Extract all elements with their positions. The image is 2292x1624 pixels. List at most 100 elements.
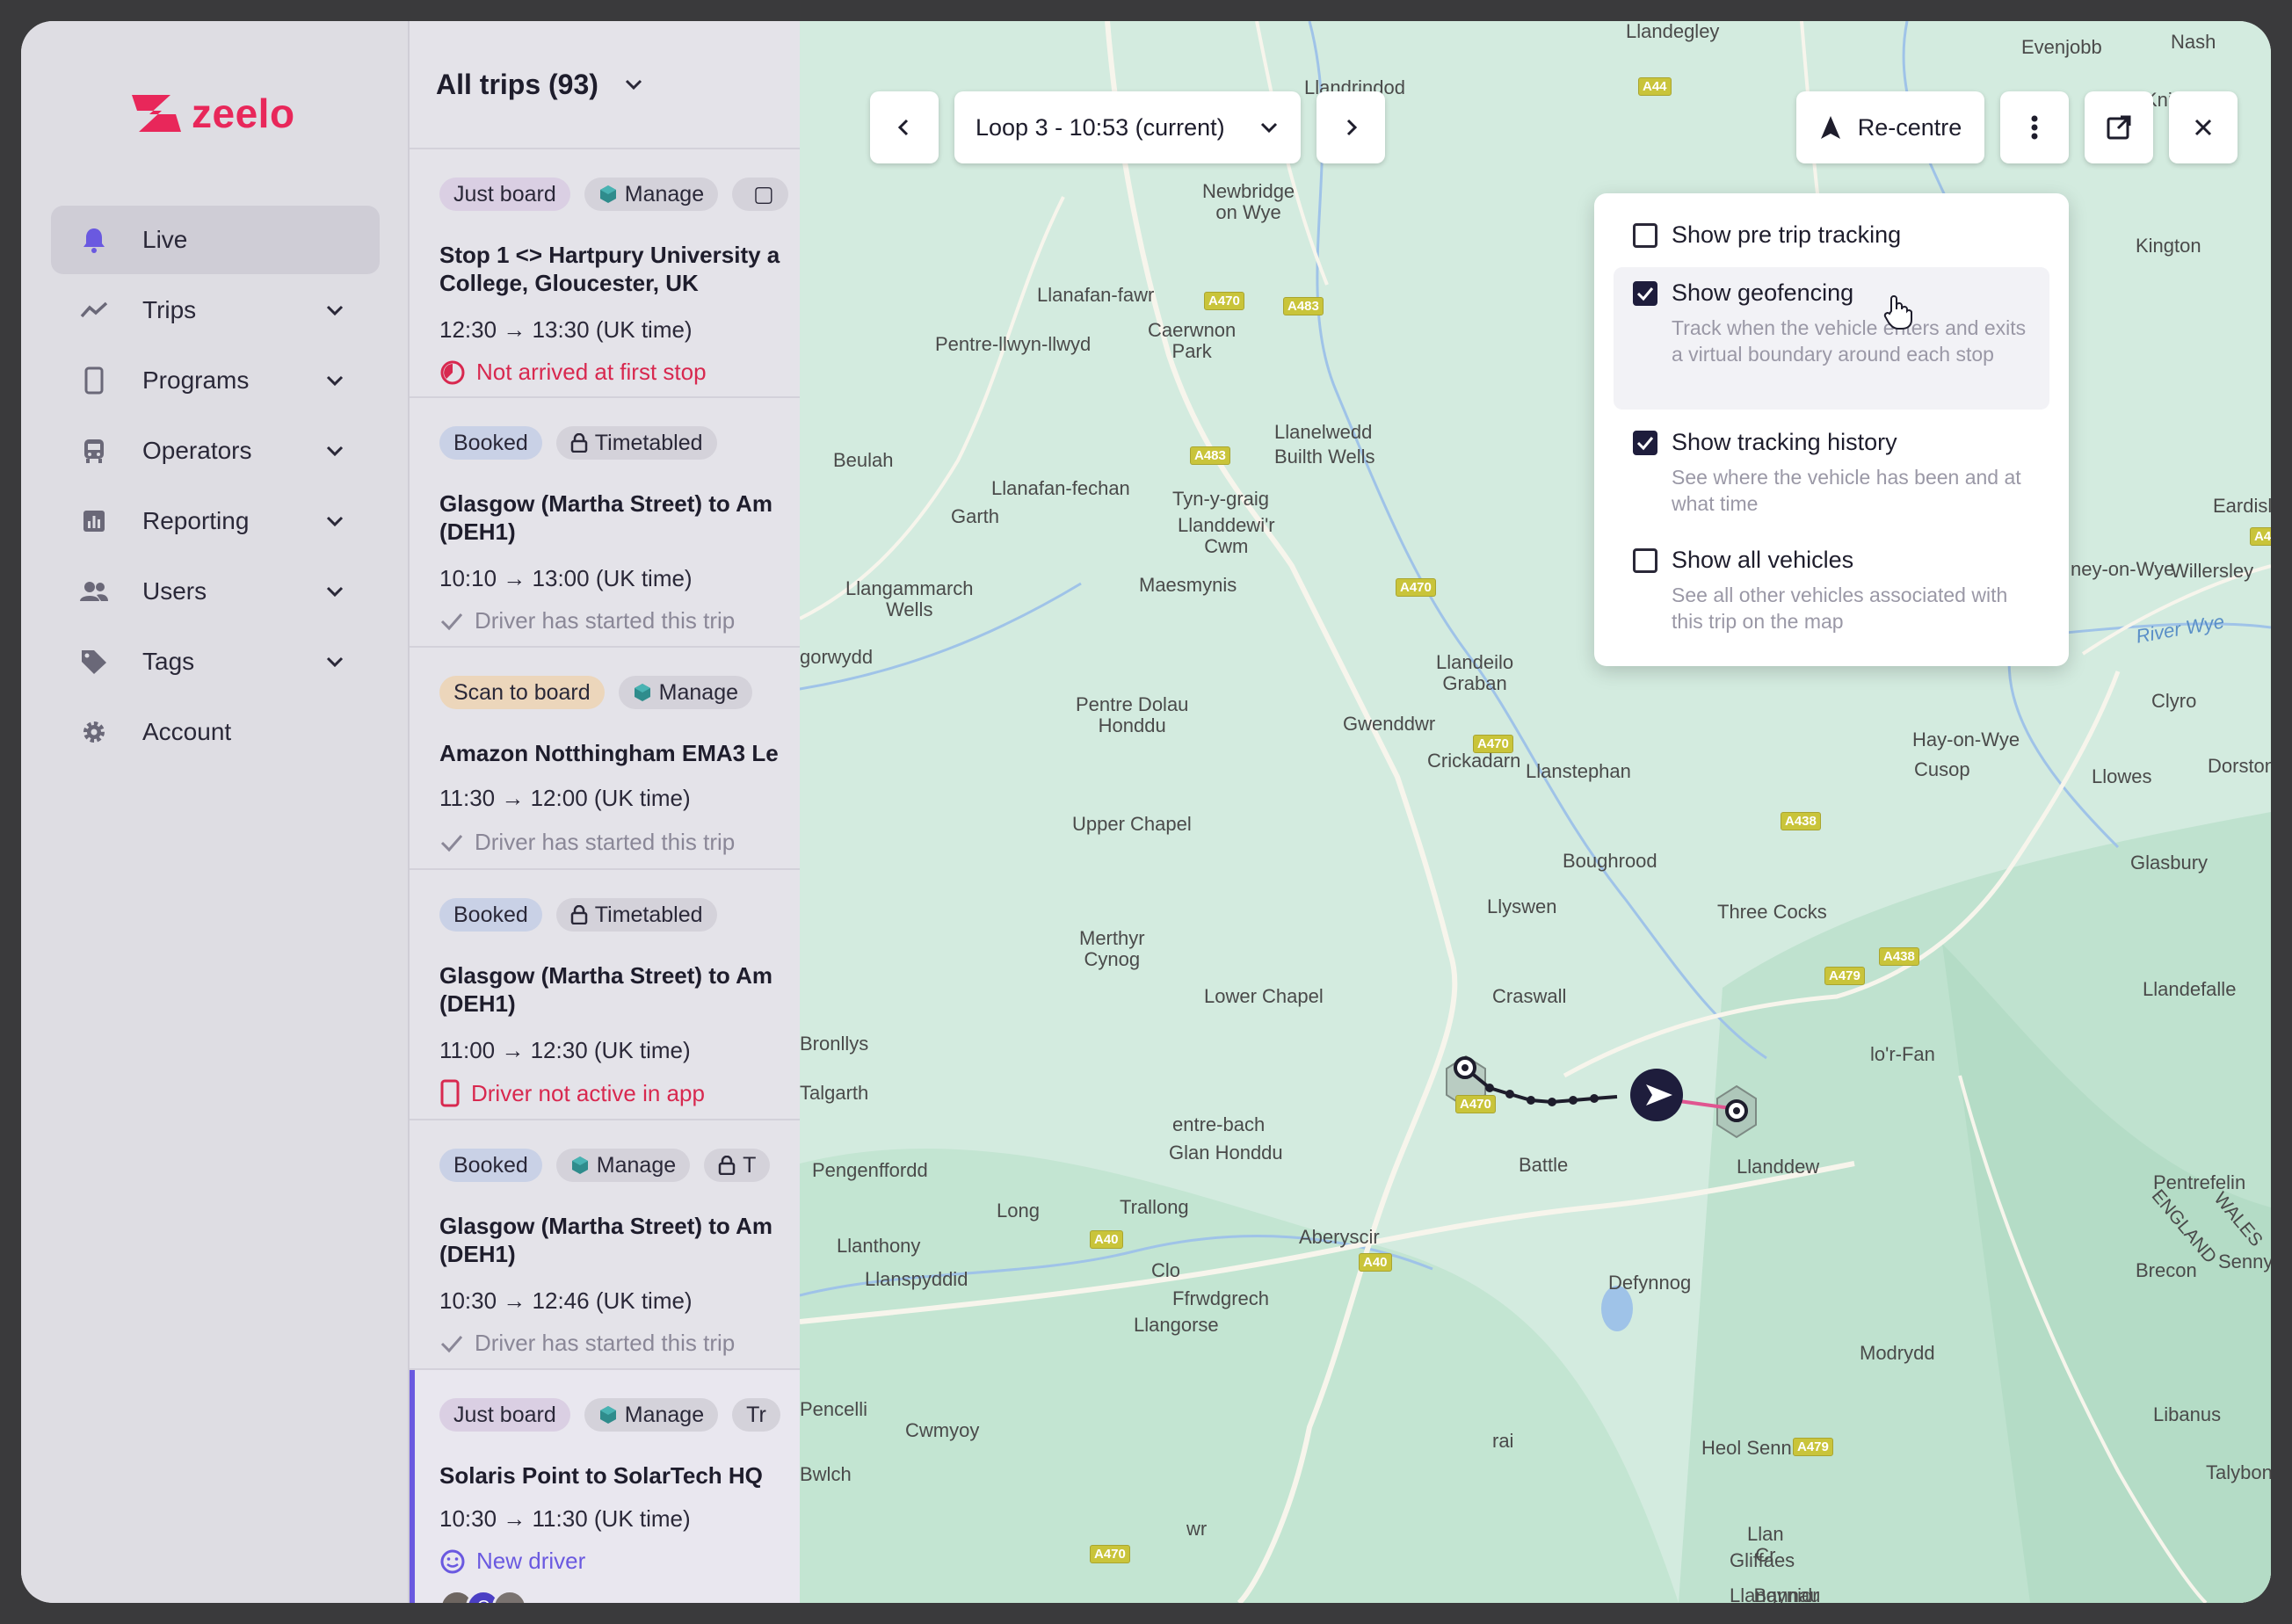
avatar: [492, 1590, 527, 1603]
road-number-badge: A438: [1879, 947, 1919, 966]
map-place-label: Builth Wells: [1274, 446, 1375, 468]
chevron-down-icon: [326, 516, 344, 527]
map-place-label: Heol Senni: [1701, 1437, 1796, 1459]
tag-label: Manage: [596, 1152, 677, 1178]
tag-label: Manage: [658, 679, 739, 705]
clock-alert-icon: [440, 360, 465, 384]
tag-booked: Booked: [439, 1149, 542, 1182]
trip-time: 10:30 → 12:46 (UK time): [439, 1287, 693, 1314]
map-place-label: Kington: [2136, 235, 2201, 257]
checkbox-tracking-history[interactable]: [1633, 431, 1657, 455]
map-place-label: Modrydd: [1860, 1342, 1935, 1364]
map-place-label: Llyswen: [1487, 895, 1557, 917]
map-place-label: Glasbury: [2130, 852, 2209, 874]
trip-card[interactable]: Just board Manage ▢ Stop 1 <> Hartpury U…: [410, 149, 800, 398]
tag-label: Manage: [624, 181, 705, 207]
map-place-label: Aberyscir: [1299, 1226, 1380, 1248]
map-place-label: Crickadarn: [1427, 750, 1521, 772]
time-from: 11:00: [439, 1037, 496, 1063]
option-geofencing[interactable]: Show geofencing Track when the vehicle e…: [1614, 267, 2049, 410]
map-place-label: Pentre Dolau Honddu: [1076, 693, 1189, 736]
sidebar-item-trips[interactable]: Trips: [51, 276, 380, 344]
previous-loop-button[interactable]: [870, 91, 939, 163]
map-place-label: Pengenffordd: [812, 1159, 928, 1181]
sidebar-item-account[interactable]: Account: [51, 698, 380, 766]
map-place-label: Bwlch: [800, 1463, 852, 1485]
map-place-label: Garth: [951, 505, 1000, 527]
map-place-label: Llandefalle: [2143, 978, 2237, 1000]
lock-icon: [570, 905, 588, 924]
map-place-label: Glan Honddu: [1169, 1142, 1283, 1164]
tag-manage: Manage: [584, 1398, 719, 1432]
map-place-label: Llangorse: [1134, 1314, 1219, 1336]
tag-just-board: Just board: [439, 1398, 570, 1432]
trip-card[interactable]: Booked Manage T Glasgow (Martha Street) …: [410, 1120, 800, 1370]
more-options-button[interactable]: [2000, 91, 2069, 163]
time-from: 11:30: [439, 785, 496, 811]
sidebar-item-programs[interactable]: Programs: [51, 346, 380, 415]
users-icon: [79, 576, 109, 606]
option-all-vehicles[interactable]: Show all vehicles See all other vehicles…: [1614, 534, 2049, 643]
bell-icon: [79, 225, 109, 255]
trip-card[interactable]: Booked Timetabled Glasgow (Martha Street…: [410, 870, 800, 1120]
map-place-label: Maesmynis: [1139, 574, 1237, 596]
sidebar-item-tags[interactable]: Tags: [51, 627, 380, 696]
chevron-down-icon: [326, 305, 344, 316]
sidebar-item-users[interactable]: Users: [51, 557, 380, 626]
trip-list-title: All trips (93): [436, 68, 598, 100]
tag-label: Tr: [746, 1402, 766, 1427]
close-map-button[interactable]: [2169, 91, 2238, 163]
re-centre-button[interactable]: Re-centre: [1796, 91, 1984, 163]
checkbox-geofencing[interactable]: [1633, 281, 1657, 306]
trip-card[interactable]: Booked Timetabled Glasgow (Martha Street…: [410, 398, 800, 648]
road-number-badge: A40: [1359, 1253, 1392, 1272]
chevron-down-icon: [326, 446, 344, 457]
trip-card[interactable]: Scan to board Manage Amazon Notthingham …: [410, 648, 800, 870]
option-tracking-history[interactable]: Show tracking history See where the vehi…: [1614, 417, 2049, 526]
map-place-label: Evenjobb: [2021, 36, 2102, 58]
map-place-label: Merthyr Cynog: [1079, 927, 1145, 970]
re-centre-label: Re-centre: [1857, 113, 1962, 141]
sidebar-item-operators[interactable]: Operators: [51, 417, 380, 485]
trip-card-selected[interactable]: Just board Manage Tr Solaris Point to So…: [410, 1370, 800, 1603]
trip-title-line: Glasgow (Martha Street) to Am: [439, 962, 772, 989]
sidebar-item-live[interactable]: Live: [51, 206, 380, 274]
tag-timetabled: Timetabled: [555, 426, 717, 460]
map-place-label: gorwydd: [800, 646, 874, 668]
trip-time: 11:30 → 12:00 (UK time): [439, 785, 691, 811]
sidebar-item-reporting[interactable]: Reporting: [51, 487, 380, 555]
cube-icon: [634, 684, 650, 701]
map-place-label: Llanddewi'r Cwm: [1178, 514, 1275, 557]
option-pre-trip-tracking[interactable]: Show pre trip tracking: [1614, 207, 2049, 264]
close-icon: [2194, 119, 2212, 136]
chevron-left-icon: [897, 119, 909, 136]
trip-list-filter[interactable]: All trips (93): [410, 21, 800, 149]
map-place-label: Llanstephan: [1526, 760, 1631, 782]
bar-chart-icon: [79, 506, 109, 536]
map-place-label: Llangammarch Wells: [845, 577, 974, 620]
map-place-label: Boughrood: [1563, 850, 1657, 872]
checkbox-all-vehicles[interactable]: [1633, 548, 1657, 573]
time-to: 12:30 (UK time): [530, 1037, 691, 1063]
map-place-label: Clo: [1151, 1259, 1181, 1281]
option-description: See where the vehicle has been and at wh…: [1672, 466, 2021, 515]
option-label: Show tracking history: [1672, 429, 1897, 455]
map-place-label: lo'r-Fan: [1870, 1043, 1935, 1065]
map-place-label: Cusop: [1914, 758, 1970, 780]
zeelo-logo[interactable]: zeelo: [130, 90, 295, 137]
map-place-label: rai: [1492, 1430, 1514, 1452]
check-icon: [440, 1335, 463, 1352]
map-place-label: Trallong: [1120, 1196, 1189, 1218]
map-place-label: Llanspyddid: [865, 1268, 968, 1290]
checkbox-pre-trip-tracking[interactable]: [1633, 223, 1657, 248]
trip-title: Solaris Point to SolarTech HQ: [439, 1461, 763, 1490]
loop-select[interactable]: Loop 3 - 10:53 (current): [954, 91, 1301, 163]
next-loop-button[interactable]: [1316, 91, 1385, 163]
chevron-down-icon: [326, 586, 344, 598]
map-place-label: Defynnog: [1608, 1272, 1692, 1294]
open-external-button[interactable]: [2085, 91, 2153, 163]
loop-select-value: Loop 3 - 10:53 (current): [976, 113, 1225, 141]
trip-status: Not arrived at first stop: [439, 359, 707, 386]
tag-more: ▢: [732, 178, 788, 211]
gear-icon: [79, 717, 109, 747]
